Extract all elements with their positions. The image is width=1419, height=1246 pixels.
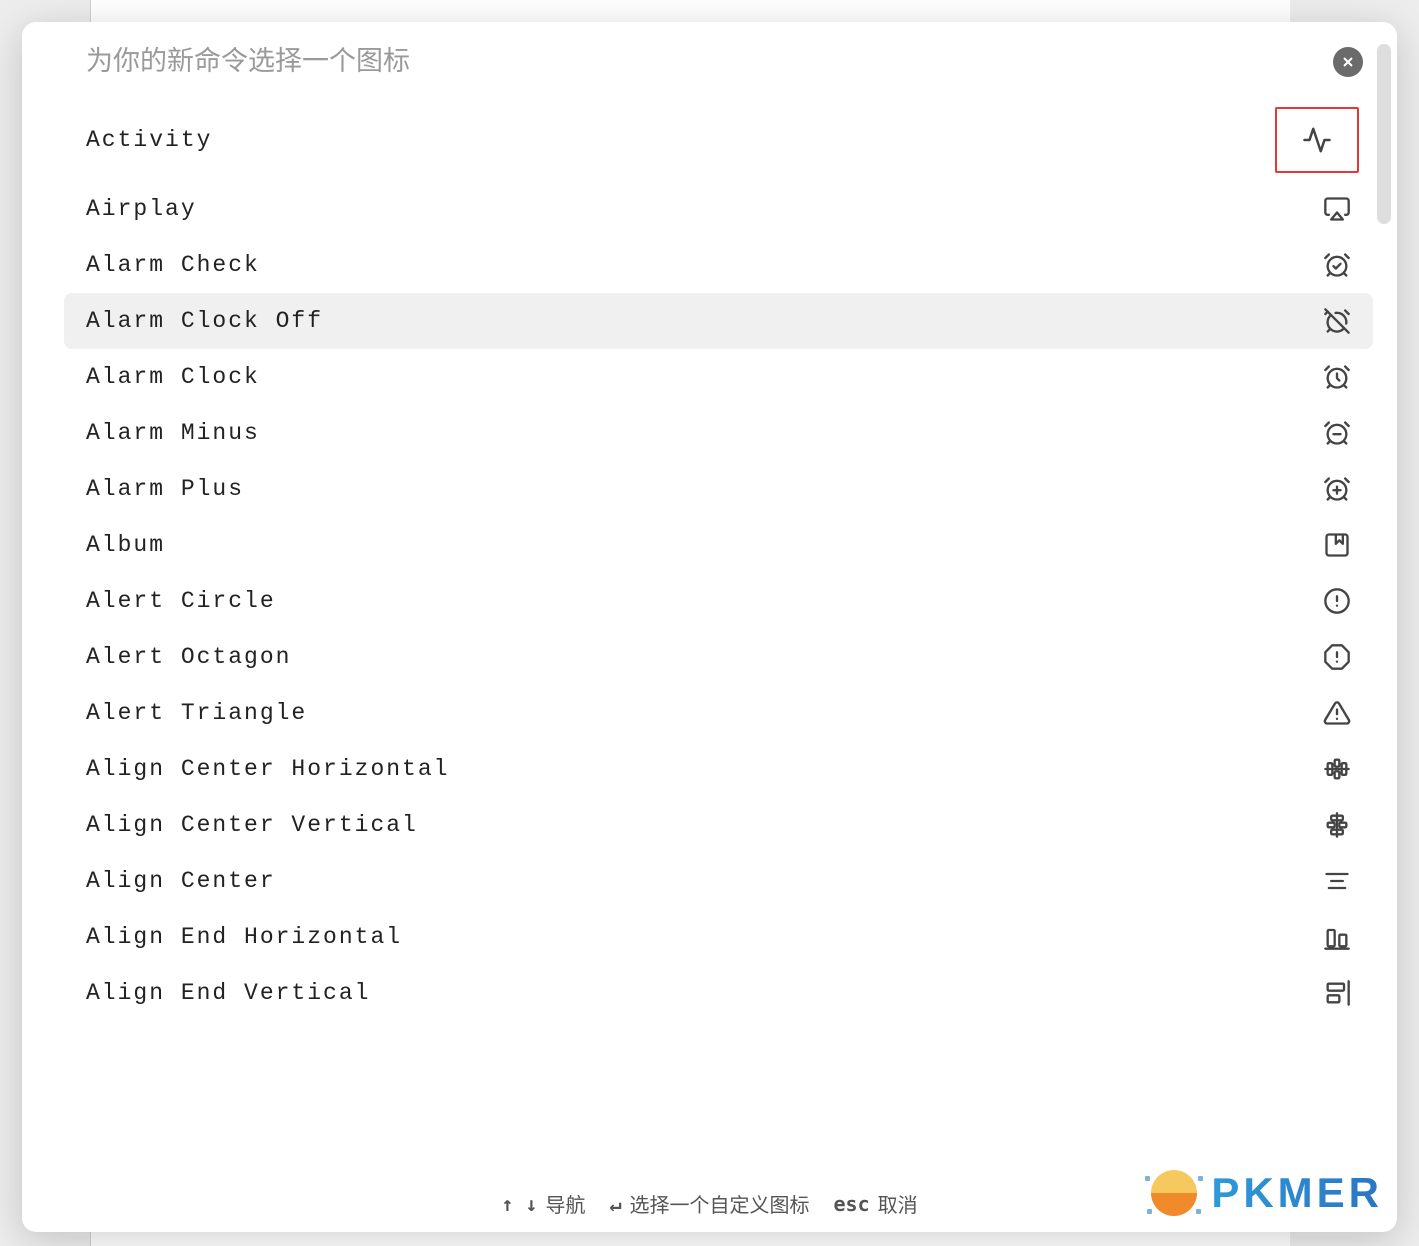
align-end-horizontal-icon [1323,923,1351,951]
icon-item-align-center-vertical[interactable]: Align Center Vertical [64,797,1373,853]
align-center-horizontal-icon [1323,755,1351,783]
album-icon [1323,531,1351,559]
esc-key: esc [834,1192,870,1216]
icon-item-label: Airplay [86,196,1323,222]
icon-item-label: Align End Horizontal [86,924,1323,950]
alert-triangle-icon [1323,699,1351,727]
icon-item-label: Alert Triangle [86,700,1323,726]
icon-item-alarm-minus[interactable]: Alarm Minus [64,405,1373,461]
icon-item-alarm-check[interactable]: Alarm Check [64,237,1373,293]
airplay-icon [1323,195,1351,223]
alarm-minus-icon [1323,419,1351,447]
align-center-icon [1323,867,1351,895]
icon-item-align-end-horizontal[interactable]: Align End Horizontal [64,909,1373,965]
close-icon [1340,54,1356,70]
enter-label: 选择一个自定义图标 [630,1189,810,1218]
alert-octagon-icon [1323,643,1351,671]
icon-item-label: Alarm Plus [86,476,1323,502]
close-button[interactable] [1333,47,1363,77]
icon-item-alert-octagon[interactable]: Alert Octagon [64,629,1373,685]
align-center-vertical-icon [1323,811,1351,839]
alarm-clock-icon [1323,363,1351,391]
esc-label: 取消 [878,1189,918,1218]
alert-circle-icon [1323,587,1351,615]
icon-item-alarm-clock-off[interactable]: Alarm Clock Off [64,293,1373,349]
footer-hints: ↑ ↓ 导航 ↵ 选择一个自定义图标 esc 取消 [22,1179,1397,1232]
icon-item-label: Alarm Check [86,252,1323,278]
icon-list[interactable]: Activity Airplay Alarm Check Alarm Clock Of… [22,99,1397,1179]
icon-item-alarm-clock[interactable]: Alarm Clock [64,349,1373,405]
icon-item-alert-circle[interactable]: Alert Circle [64,573,1373,629]
icon-item-activity[interactable]: Activity [64,99,1373,181]
icon-item-label: Align End Vertical [86,980,1323,1006]
icon-item-alarm-plus[interactable]: Alarm Plus [64,461,1373,517]
icon-item-airplay[interactable]: Airplay [64,181,1373,237]
nav-keys: ↑ ↓ [501,1192,537,1216]
icon-item-align-end-vertical[interactable]: Align End Vertical [64,965,1373,1021]
icon-item-album[interactable]: Album [64,517,1373,573]
icon-item-label: Alert Circle [86,588,1323,614]
icon-item-align-center[interactable]: Align Center [64,853,1373,909]
icon-item-label: Activity [86,127,1275,153]
nav-label: 导航 [545,1189,585,1218]
icon-item-label: Align Center [86,868,1323,894]
alarm-plus-icon [1323,475,1351,503]
icon-item-alert-triangle[interactable]: Alert Triangle [64,685,1373,741]
align-end-vertical-icon [1323,979,1351,1007]
icon-picker-modal: Activity Airplay Alarm Check Alarm Clock Of… [22,22,1397,1232]
alarm-check-icon [1323,251,1351,279]
scrollbar[interactable] [1377,44,1391,224]
icon-item-label: Alarm Clock Off [86,308,1323,334]
search-input[interactable] [86,46,1321,77]
icon-item-label: Align Center Horizontal [86,756,1323,782]
icon-item-label: Alert Octagon [86,644,1323,670]
modal-header [22,22,1397,99]
activity-icon [1275,107,1359,173]
icon-item-label: Alarm Minus [86,420,1323,446]
icon-item-label: Alarm Clock [86,364,1323,390]
icon-item-align-center-horizontal[interactable]: Align Center Horizontal [64,741,1373,797]
icon-item-label: Align Center Vertical [86,812,1323,838]
alarm-clock-off-icon [1323,307,1351,335]
icon-item-label: Album [86,532,1323,558]
enter-key: ↵ [609,1192,621,1216]
